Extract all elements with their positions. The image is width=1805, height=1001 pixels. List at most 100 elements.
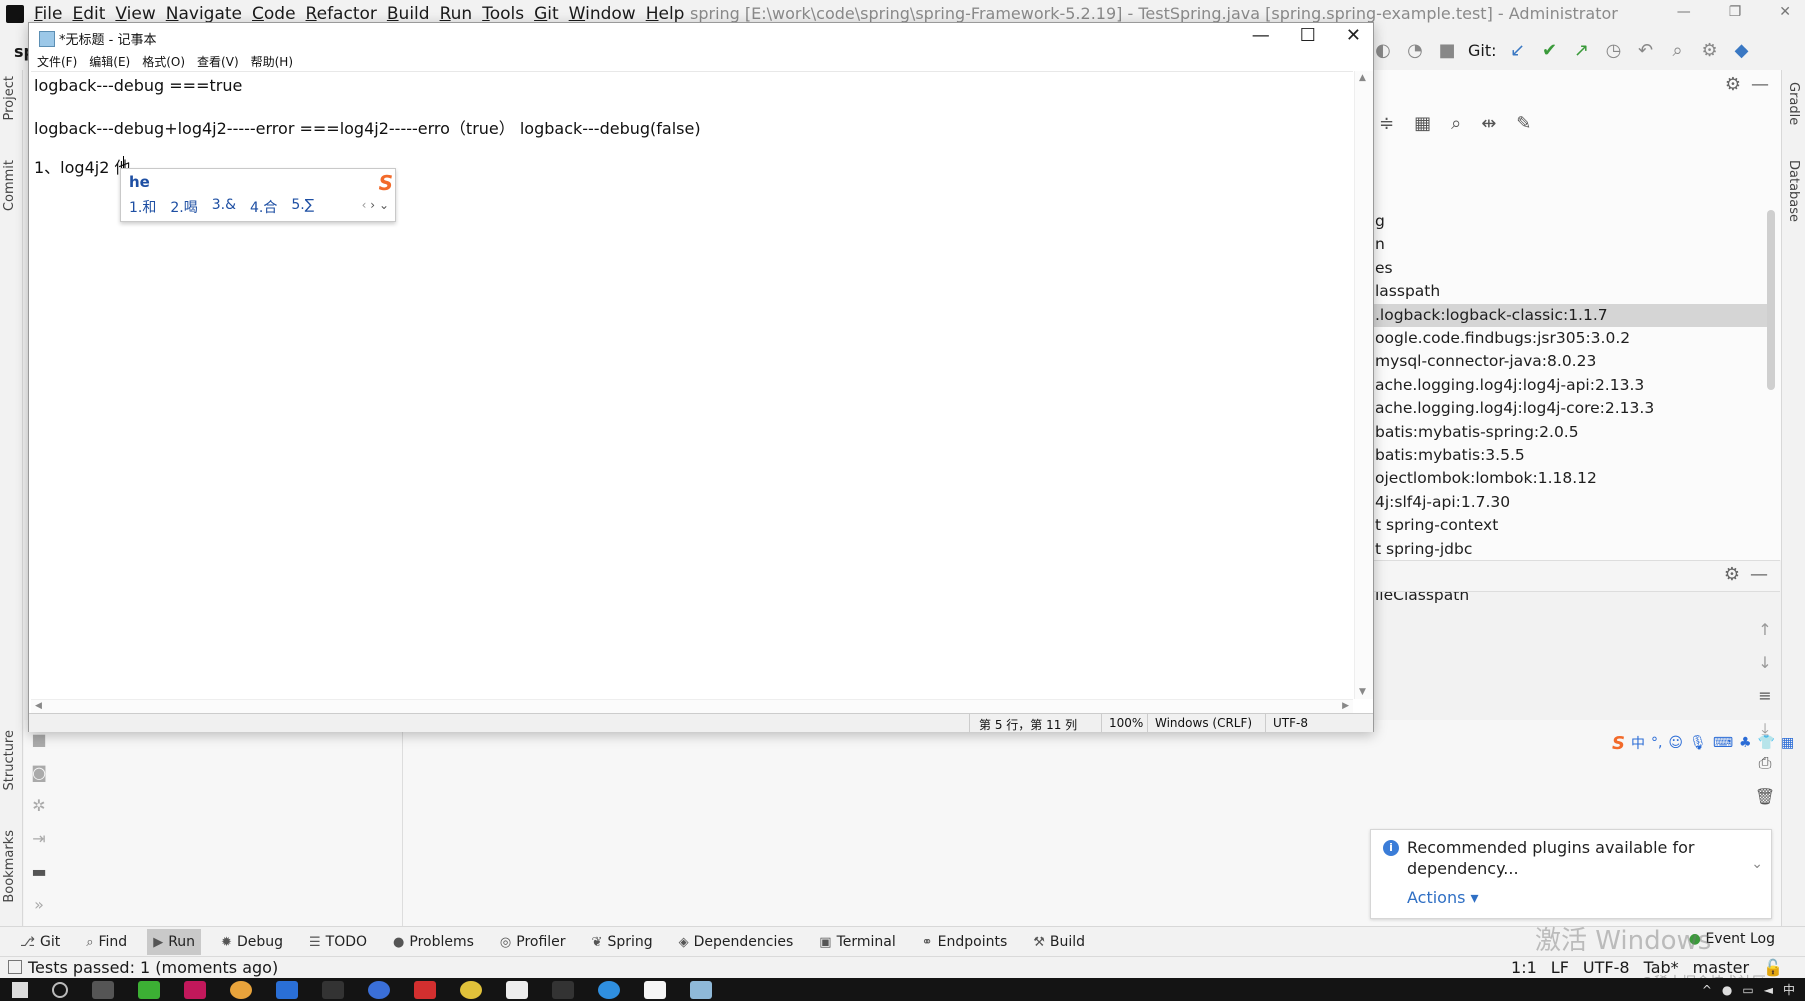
tray-chevron-icon[interactable]: ^ — [1702, 983, 1712, 997]
wrench-icon[interactable]: ✎ — [1516, 113, 1531, 134]
search-icon[interactable]: ⌕ — [1667, 40, 1689, 61]
scroll-up-icon[interactable]: ▲ — [1359, 73, 1366, 83]
tray-ime-icon[interactable]: 中 — [1783, 981, 1795, 998]
menu-run[interactable]: Run — [440, 4, 483, 24]
menu-help[interactable]: Help — [646, 4, 695, 24]
actions-link[interactable]: Actions ▾ — [1407, 888, 1479, 907]
caret-position[interactable]: 1:1 — [1511, 958, 1537, 977]
up-icon[interactable]: ↑ — [1758, 620, 1771, 639]
history-icon[interactable]: ◷ — [1603, 40, 1625, 61]
tray-volume-icon[interactable]: ◄ — [1764, 983, 1773, 997]
emoji-icon[interactable]: ☺ — [1668, 735, 1683, 751]
notepad-icon[interactable] — [690, 980, 712, 999]
tab-problems[interactable]: ● Problems — [387, 929, 480, 955]
tab-bookmarks[interactable]: Bookmarks — [2, 830, 17, 903]
app-yellow-icon[interactable] — [460, 980, 482, 999]
windows-start-icon[interactable] — [12, 981, 28, 998]
hide-icon[interactable]: — — [1750, 564, 1768, 585]
menu-window[interactable]: Window — [569, 4, 646, 24]
file-encoding[interactable]: UTF-8 — [1583, 958, 1630, 977]
notepad-text-area[interactable]: logback---debug ===true logback---debug+l… — [31, 71, 1353, 700]
git-update-icon[interactable]: ↙ — [1507, 40, 1529, 61]
search-icon[interactable]: ⌕ — [1451, 113, 1461, 134]
dependency-item[interactable]: es — [1373, 257, 1775, 280]
close-icon[interactable]: ✕ — [1346, 25, 1361, 46]
ime-candidate[interactable]: 1.和 — [129, 197, 156, 217]
notepad-menu-item[interactable]: 格式(O) — [142, 53, 185, 73]
trash-icon[interactable]: 🗑 — [1755, 787, 1775, 806]
hide-icon[interactable]: — — [1751, 74, 1769, 95]
app-red-icon[interactable] — [414, 980, 436, 999]
tray-mic-icon[interactable]: ● — [1722, 983, 1732, 997]
panel-scrollbar[interactable] — [1767, 210, 1775, 390]
dependency-item[interactable]: t spring-jdbc — [1373, 538, 1775, 561]
toggle-offline-icon[interactable]: ⇹ — [1481, 113, 1496, 134]
tab-profiler[interactable]: ◎ Profiler — [494, 929, 572, 955]
scroll-right-icon[interactable]: ▶ — [1342, 701, 1349, 711]
qq-icon[interactable] — [322, 980, 344, 999]
dependency-item[interactable]: 4j:slf4j-api:1.7.30 — [1373, 491, 1775, 514]
notepad-menu-item[interactable]: 查看(V) — [197, 53, 239, 73]
tab-commit[interactable]: Commit — [2, 160, 17, 211]
scroll-down-icon[interactable]: ▼ — [1359, 687, 1366, 697]
chevron-right-icon[interactable]: › — [370, 198, 375, 212]
notepad-menu-item[interactable]: 文件(F) — [37, 53, 77, 73]
tab-git[interactable]: ⎇ Git — [14, 929, 66, 955]
task-view-icon[interactable] — [92, 980, 114, 999]
maximize-icon[interactable]: ☐ — [1300, 25, 1316, 46]
layout-icon[interactable]: ▬ — [31, 862, 46, 881]
jetbrains-icon[interactable]: ◆ — [1731, 40, 1753, 61]
menu-code[interactable]: Code — [252, 4, 306, 24]
camera-icon[interactable]: ◙ — [31, 763, 47, 782]
line-separator[interactable]: LF — [1551, 958, 1569, 977]
tab-terminal[interactable]: ▣ Terminal — [813, 929, 901, 955]
explorer-icon[interactable] — [276, 980, 298, 999]
ime-page-nav[interactable]: ‹ › ⌄ — [362, 198, 389, 212]
menu-tools[interactable]: Tools — [482, 4, 534, 24]
down-icon[interactable]: ↓ — [1758, 653, 1771, 672]
notepad-menu-item[interactable]: 帮助(H) — [251, 53, 293, 73]
profile-icon[interactable]: ◔ — [1404, 40, 1426, 61]
ime-candidate[interactable]: 4.合 — [250, 197, 277, 217]
dependency-item[interactable]: .logback:logback-classic:1.1.7 — [1373, 303, 1775, 327]
exit-icon[interactable]: ⇥ — [32, 829, 45, 848]
minimize-icon[interactable]: — — [1252, 25, 1270, 46]
app-icon[interactable] — [368, 980, 390, 999]
tab-build[interactable]: ⚒ Build — [1027, 929, 1091, 955]
gear-icon[interactable]: ⚙ — [1725, 74, 1741, 95]
tab-debug[interactable]: ✹ Debug — [215, 929, 289, 955]
stop-icon[interactable]: ■ — [1436, 40, 1458, 61]
menu-git[interactable]: Git — [534, 4, 569, 24]
chevron-left-icon[interactable]: ‹ — [362, 198, 367, 212]
gear-icon[interactable]: ⚙ — [1724, 564, 1740, 585]
scroll-left-icon[interactable]: ◀ — [35, 701, 42, 711]
tab-project[interactable]: Project — [2, 76, 17, 120]
collapse-icon[interactable]: ≑ — [1379, 113, 1394, 134]
dependency-item[interactable]: batis:mybatis-spring:2.0.5 — [1373, 421, 1775, 444]
ime-candidate[interactable]: 2.喝 — [170, 197, 197, 217]
dependency-item[interactable]: lasspath — [1373, 280, 1775, 303]
keyboard-icon[interactable]: ⌨ — [1713, 735, 1733, 751]
git-push-icon[interactable]: ↗ — [1571, 40, 1593, 61]
tests-status[interactable]: Tests passed: 1 (moments ago) — [28, 958, 278, 977]
tab-run[interactable]: ▶ Run — [147, 929, 202, 955]
vertical-scrollbar[interactable]: ▲ ▼ — [1354, 71, 1373, 699]
dependency-item[interactable]: n — [1373, 233, 1775, 256]
tray-network-icon[interactable]: ▭ — [1742, 983, 1753, 997]
chinese-mode-icon[interactable]: 中 — [1631, 733, 1645, 753]
terminal-icon[interactable] — [552, 980, 574, 999]
minimize-icon[interactable]: — — [1677, 4, 1691, 20]
grid-icon[interactable]: ▦ — [1781, 735, 1794, 751]
rollback-icon[interactable]: ↶ — [1635, 40, 1657, 61]
dependency-item[interactable]: g — [1373, 210, 1775, 233]
stop-icon[interactable]: ■ — [31, 730, 46, 749]
dependency-item[interactable]: oogle.code.findbugs:jsr305:3.0.2 — [1373, 327, 1775, 350]
dependency-item[interactable]: ache.logging.log4j:log4j-core:2.13.3 — [1373, 397, 1775, 420]
notepad-menu-item[interactable]: 编辑(E) — [89, 53, 130, 73]
folder-icon[interactable]: ▦ — [1414, 113, 1431, 134]
dependency-item[interactable]: ache.logging.log4j:log4j-api:2.13.3 — [1373, 374, 1775, 397]
tab-gradle[interactable]: Gradle — [1786, 82, 1801, 125]
menu-navigate[interactable]: Navigate — [166, 4, 252, 24]
chevron-down-icon[interactable]: ⌄ — [379, 198, 389, 212]
shirt-icon[interactable]: 👕 — [1758, 735, 1775, 751]
